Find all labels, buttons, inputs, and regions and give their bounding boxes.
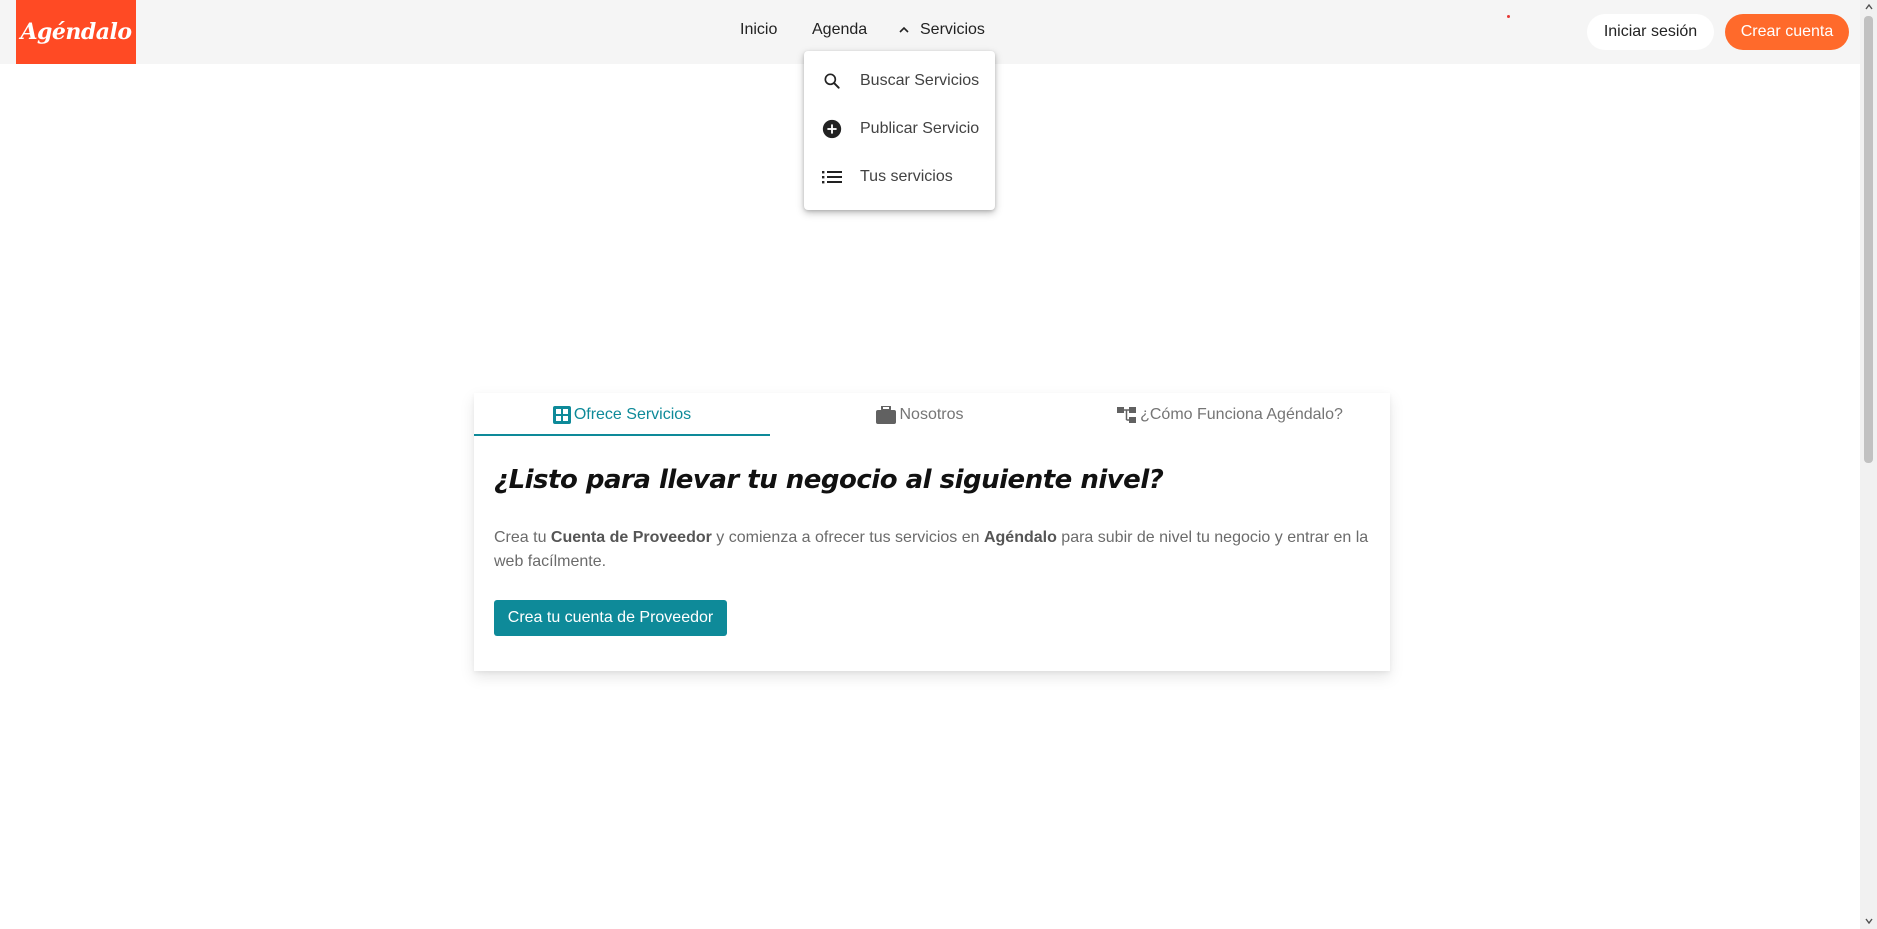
menu-item-publicar-servicio[interactable]: Publicar Servicio	[804, 109, 995, 149]
list-icon	[820, 165, 844, 189]
tab-nosotros[interactable]: Nosotros	[770, 393, 1070, 436]
text-part: y comienza a ofrecer tus servicios en	[711, 529, 984, 546]
active-tab-indicator	[474, 434, 770, 436]
create-provider-account-button[interactable]: Crea tu cuenta de Proveedor	[494, 600, 727, 636]
chevron-up-icon	[899, 26, 909, 33]
menu-item-buscar-servicios[interactable]: Buscar Servicios	[804, 61, 995, 101]
provider-card: Ofrece Servicios Nosotros ¿Cómo Funciona…	[474, 393, 1390, 671]
search-icon	[820, 69, 844, 93]
red-dot	[1507, 15, 1510, 18]
grid-icon	[552, 405, 571, 424]
nav-servicios[interactable]: Servicios	[898, 21, 985, 39]
scroll-up-arrow-icon[interactable]	[1864, 2, 1873, 12]
menu-item-label: Buscar Servicios	[860, 72, 980, 89]
add-circle-icon	[820, 117, 844, 141]
signup-button[interactable]: Crear cuenta	[1725, 14, 1849, 50]
text-bold: Cuenta de Proveedor	[550, 529, 712, 546]
card-tabs: Ofrece Servicios Nosotros ¿Cómo Funciona…	[474, 393, 1390, 436]
vertical-scrollbar[interactable]	[1860, 0, 1877, 929]
briefcase-icon	[876, 405, 897, 424]
card-title: ¿Listo para llevar tu negocio al siguien…	[494, 465, 1164, 495]
scrollbar-thumb[interactable]	[1864, 16, 1873, 463]
scroll-down-arrow-icon[interactable]	[1864, 916, 1873, 926]
login-button[interactable]: Iniciar sesión	[1587, 14, 1714, 50]
tab-ofrece-servicios[interactable]: Ofrece Servicios	[474, 393, 770, 436]
tab-label: Ofrece Servicios	[573, 405, 692, 423]
tab-label: Nosotros	[899, 405, 964, 423]
menu-item-label: Publicar Servicio	[860, 120, 980, 137]
nav-agenda[interactable]: Agenda	[812, 21, 867, 39]
text-bold: Agéndalo	[983, 529, 1057, 546]
tab-como-funciona[interactable]: ¿Cómo Funciona Agéndalo?	[1070, 393, 1390, 436]
menu-item-tus-servicios[interactable]: Tus servicios	[804, 157, 995, 197]
text-part: Crea tu	[494, 529, 551, 546]
logo[interactable]: Agéndalo	[16, 0, 136, 64]
sitemap-icon	[1117, 406, 1137, 423]
tab-label: ¿Cómo Funciona Agéndalo?	[1140, 405, 1343, 423]
menu-item-label: Tus servicios	[860, 168, 953, 185]
servicios-dropdown-menu: Buscar Servicios Publicar Servicio Tus s…	[804, 51, 995, 210]
nav-inicio[interactable]: Inicio	[740, 21, 777, 39]
nav-servicios-label: Servicios	[920, 21, 985, 38]
card-description: Crea tu Cuenta de Proveedor y comienza a…	[494, 526, 1374, 574]
